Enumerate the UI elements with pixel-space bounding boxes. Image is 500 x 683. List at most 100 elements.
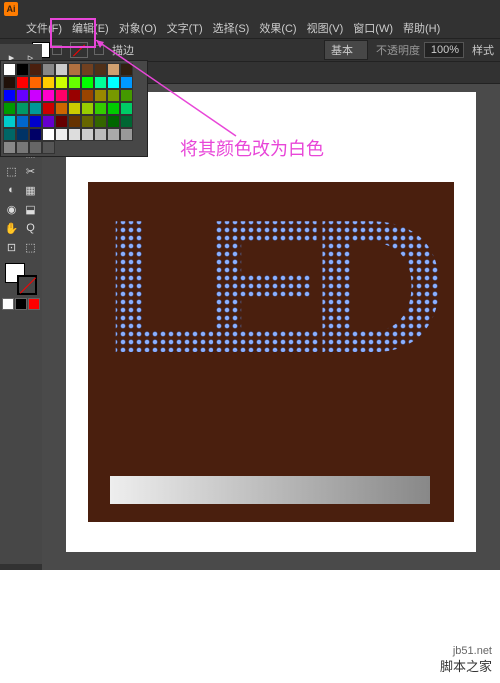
- menu-window[interactable]: 窗口(W): [349, 18, 397, 38]
- stroke-indicator[interactable]: [17, 275, 37, 295]
- menu-object[interactable]: 对象(O): [115, 18, 161, 38]
- swatch-color[interactable]: [16, 102, 29, 115]
- graphic-style-select[interactable]: 基本: [324, 40, 368, 60]
- swatch-color[interactable]: [94, 63, 107, 76]
- swatch-color[interactable]: [68, 102, 81, 115]
- swatch-color[interactable]: [3, 128, 16, 141]
- swatch-grid: [1, 61, 147, 156]
- swatch-color[interactable]: [29, 141, 42, 154]
- swatch-color[interactable]: [42, 115, 55, 128]
- gradient-bar[interactable]: [110, 476, 430, 504]
- swatch-color[interactable]: [81, 128, 94, 141]
- menu-view[interactable]: 视图(V): [303, 18, 348, 38]
- swatch-color[interactable]: [55, 128, 68, 141]
- swatch-color[interactable]: [55, 89, 68, 102]
- swatch-color[interactable]: [3, 102, 16, 115]
- swatch-color[interactable]: [29, 63, 42, 76]
- color-mode-button[interactable]: [28, 298, 40, 310]
- swatch-color[interactable]: [120, 76, 133, 89]
- tool-button[interactable]: ⬚: [3, 162, 21, 180]
- swatch-color[interactable]: [3, 89, 16, 102]
- tool-button[interactable]: ⬚: [22, 238, 40, 256]
- swatch-color[interactable]: [107, 102, 120, 115]
- swatch-color[interactable]: [81, 115, 94, 128]
- swatch-color[interactable]: [29, 102, 42, 115]
- swatch-color[interactable]: [29, 128, 42, 141]
- tool-button[interactable]: ⬓: [22, 200, 40, 218]
- swatch-color[interactable]: [94, 89, 107, 102]
- swatch-color[interactable]: [16, 63, 29, 76]
- menu-select[interactable]: 选择(S): [209, 18, 254, 38]
- swatch-color[interactable]: [107, 76, 120, 89]
- swatch-color[interactable]: [94, 76, 107, 89]
- swatch-color[interactable]: [107, 63, 120, 76]
- swatch-color[interactable]: [68, 115, 81, 128]
- swatch-color[interactable]: [120, 128, 133, 141]
- tool-button[interactable]: ✋: [3, 219, 21, 237]
- swatch-color[interactable]: [42, 63, 55, 76]
- swatch-color[interactable]: [120, 89, 133, 102]
- watermark-text: 脚本之家: [440, 656, 492, 675]
- swatch-color[interactable]: [16, 115, 29, 128]
- swatch-color[interactable]: [81, 102, 94, 115]
- opacity-label: 不透明度: [376, 42, 420, 58]
- menu-effect[interactable]: 效果(C): [255, 18, 300, 38]
- swatch-color[interactable]: [29, 89, 42, 102]
- swatch-color[interactable]: [3, 115, 16, 128]
- swatch-color[interactable]: [3, 141, 16, 154]
- tool-button[interactable]: ✂: [22, 162, 40, 180]
- swatch-color[interactable]: [107, 115, 120, 128]
- opacity-value-input[interactable]: 100%: [424, 42, 464, 58]
- swatch-color[interactable]: [68, 128, 81, 141]
- canvas-background[interactable]: LED: [88, 182, 454, 522]
- tool-button[interactable]: ◉: [3, 200, 21, 218]
- swatch-color[interactable]: [107, 89, 120, 102]
- swatch-color[interactable]: [29, 115, 42, 128]
- swatch-color[interactable]: [55, 76, 68, 89]
- menu-type[interactable]: 文字(T): [163, 18, 207, 38]
- swatch-color[interactable]: [120, 63, 133, 76]
- swatch-color[interactable]: [42, 128, 55, 141]
- swatch-color[interactable]: [42, 102, 55, 115]
- swatch-color[interactable]: [42, 141, 55, 154]
- swatch-color[interactable]: [107, 128, 120, 141]
- led-text-object[interactable]: LED: [103, 202, 443, 462]
- app-logo: Ai: [4, 2, 18, 16]
- stroke-label: 描边: [112, 42, 134, 58]
- tool-button[interactable]: Q: [22, 219, 40, 237]
- swatch-color[interactable]: [29, 76, 42, 89]
- swatch-color[interactable]: [94, 115, 107, 128]
- swatch-color[interactable]: [42, 89, 55, 102]
- swatch-color[interactable]: [16, 89, 29, 102]
- titlebar: Ai: [0, 0, 500, 18]
- menu-help[interactable]: 帮助(H): [399, 18, 444, 38]
- swatch-color[interactable]: [55, 102, 68, 115]
- swatch-color[interactable]: [94, 128, 107, 141]
- tool-button[interactable]: ▦: [22, 181, 40, 199]
- swatch-color[interactable]: [81, 89, 94, 102]
- swatch-color[interactable]: [55, 63, 68, 76]
- tool-button[interactable]: ◐: [3, 181, 21, 199]
- annotation-text: 将其颜色改为白色: [180, 135, 324, 161]
- swatch-color[interactable]: [81, 76, 94, 89]
- swatch-color[interactable]: [94, 102, 107, 115]
- swatch-color[interactable]: [3, 63, 16, 76]
- swatches-panel[interactable]: [0, 60, 148, 157]
- annotation-highlight-box: [50, 18, 96, 48]
- swatch-color[interactable]: [120, 115, 133, 128]
- swatch-color[interactable]: [68, 89, 81, 102]
- swatch-color[interactable]: [120, 102, 133, 115]
- swatch-color[interactable]: [16, 128, 29, 141]
- swatch-color[interactable]: [68, 63, 81, 76]
- color-mode-button[interactable]: [15, 298, 27, 310]
- swatch-color[interactable]: [68, 76, 81, 89]
- swatch-color[interactable]: [16, 76, 29, 89]
- swatch-color[interactable]: [3, 76, 16, 89]
- tool-button[interactable]: ⊡: [3, 238, 21, 256]
- color-mode-button[interactable]: [2, 298, 14, 310]
- style-label: 样式: [472, 42, 494, 58]
- swatch-color[interactable]: [42, 76, 55, 89]
- swatch-color[interactable]: [55, 115, 68, 128]
- swatch-color[interactable]: [16, 141, 29, 154]
- swatch-color[interactable]: [81, 63, 94, 76]
